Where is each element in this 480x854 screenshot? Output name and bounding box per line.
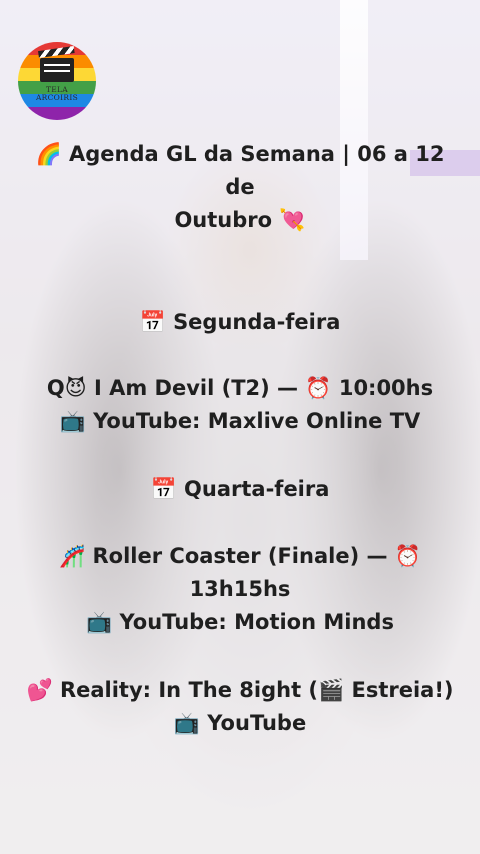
show-roller-coaster: 🎢 Roller Coaster (Finale) — ⏰ 13h15hs 📺 … <box>20 540 460 639</box>
two-hearts-icon: 💕 <box>26 678 53 702</box>
show-platform: YouTube: Motion Minds <box>119 610 394 634</box>
rainbow-icon: 🌈 <box>35 142 62 166</box>
roller-coaster-icon: 🎢 <box>59 544 86 568</box>
heart-arrow-icon: 💘 <box>279 208 306 232</box>
day-heading-monday: 📅 Segunda-feira <box>20 306 460 339</box>
show-title: Reality: In The 8ight ( <box>59 678 319 702</box>
alarm-clock-icon: ⏰ <box>394 544 421 568</box>
show-title: I Am Devil (T2) — <box>93 376 299 400</box>
tv-icon: 📺 <box>59 409 86 433</box>
calendar-icon: 📅 <box>150 477 177 501</box>
logo-text: TELA ARCOIRIS <box>35 85 79 102</box>
show-reality-in-the-8ight: 💕 Reality: In The 8ight (🎬 Estreia!) 📺 Y… <box>20 674 460 740</box>
show-time: 10:00hs <box>338 376 434 400</box>
day-heading-wednesday: 📅 Quarta-feira <box>20 473 460 506</box>
show-platform: YouTube <box>207 711 307 735</box>
show-i-am-devil: Q😈 I Am Devil (T2) — ⏰ 10:00hs 📺 YouTube… <box>20 372 460 438</box>
clapperboard-icon <box>40 58 74 82</box>
calendar-icon: 📅 <box>139 310 166 334</box>
channel-logo: TELA ARCOIRIS <box>18 42 96 120</box>
show-title: Roller Coaster (Finale) — <box>92 544 388 568</box>
premiere-badge: Estreia!) <box>351 678 454 702</box>
tv-icon: 📺 <box>86 610 113 634</box>
tv-icon: 📺 <box>173 711 200 735</box>
show-platform: YouTube: Maxlive Online TV <box>93 409 421 433</box>
agenda-title: 🌈 Agenda GL da Semana | 06 a 12 de Outub… <box>20 138 460 237</box>
show-time: 13h15hs <box>189 577 291 601</box>
alarm-clock-icon: ⏰ <box>305 376 332 400</box>
clapper-icon: 🎬 <box>318 678 345 702</box>
devil-icon: 😈 <box>64 376 87 400</box>
